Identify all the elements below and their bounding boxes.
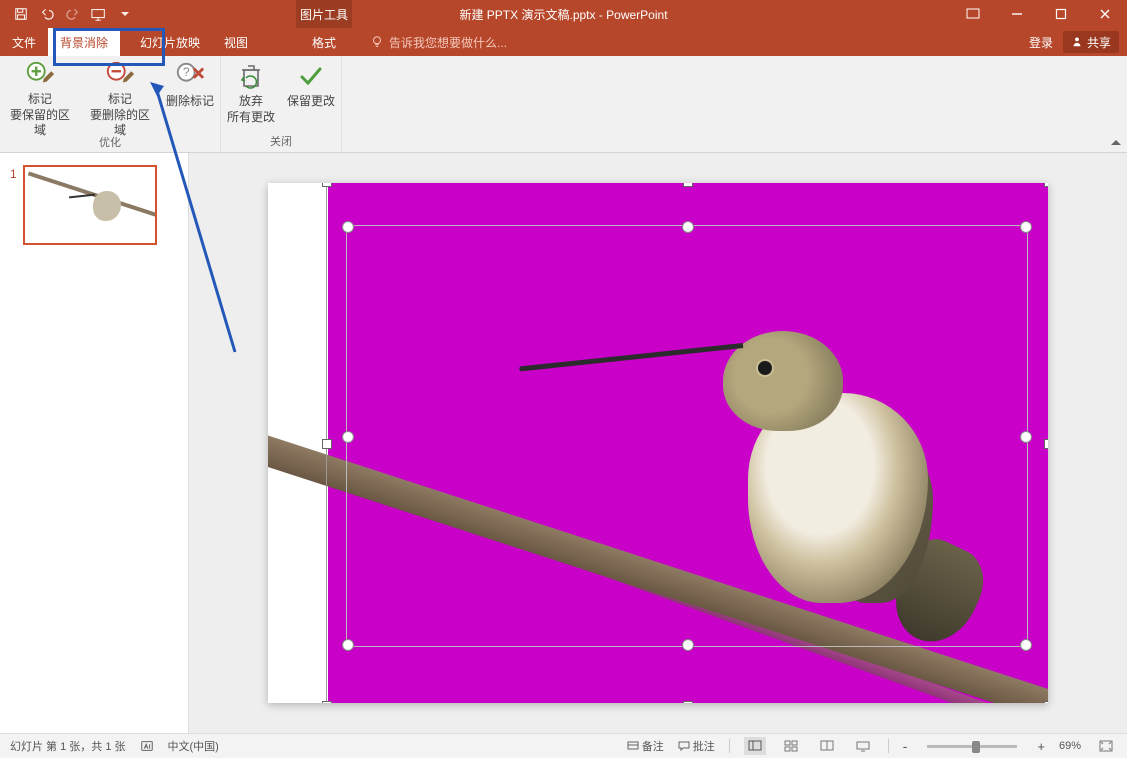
tab-view[interactable]: 视图 (212, 28, 260, 56)
ribbon-display-options-icon[interactable] (951, 0, 995, 28)
marquee-handle[interactable] (342, 639, 354, 651)
svg-text:?: ? (183, 65, 190, 79)
comments-button[interactable]: 批注 (678, 738, 715, 754)
ribbon-group-close: 放弃 所有更改 保留更改 关闭 (221, 56, 342, 152)
language-label[interactable]: 中文(中国) (168, 738, 219, 754)
tab-slideshow[interactable]: 幻灯片放映 (120, 28, 212, 56)
delete-mark-label: 删除标记 (166, 94, 214, 110)
resize-handle[interactable] (683, 701, 693, 703)
separator (888, 739, 889, 753)
discard-changes-button[interactable]: 放弃 所有更改 (221, 56, 281, 133)
quick-access-toolbar (0, 3, 136, 25)
tab-background-removal[interactable]: 背景消除 (48, 28, 120, 56)
ribbon-group-refine-label: 优化 (99, 134, 121, 153)
separator (729, 739, 730, 753)
bg-removal-marquee[interactable] (346, 225, 1028, 647)
resize-handle[interactable] (1044, 439, 1048, 449)
picture-tools-tab-label: 图片工具 (296, 0, 352, 28)
reading-view-icon[interactable] (816, 737, 838, 755)
marquee-handle[interactable] (1020, 431, 1032, 443)
slide-edit-area[interactable] (189, 153, 1127, 733)
marquee-handle[interactable] (682, 221, 694, 233)
ribbon-group-close-label: 关闭 (270, 133, 292, 152)
marquee-handle[interactable] (342, 221, 354, 233)
tell-me-search[interactable]: 告诉我您想要做什么... (370, 28, 507, 56)
maximize-icon[interactable] (1039, 0, 1083, 28)
spellcheck-icon[interactable] (140, 739, 154, 753)
share-label: 共享 (1087, 34, 1111, 51)
mark-keep-area-button[interactable]: 标记 要保留的区域 (0, 56, 80, 134)
sorter-view-icon[interactable] (780, 737, 802, 755)
mark-remove-l1: 标记 (108, 92, 132, 108)
marquee-handle[interactable] (682, 639, 694, 651)
fit-to-window-icon[interactable] (1095, 737, 1117, 755)
mark-keep-l1: 标记 (28, 92, 52, 108)
zoom-out-button[interactable]: - (903, 738, 908, 754)
resize-handle[interactable] (1044, 183, 1048, 187)
notes-button[interactable]: 备注 (627, 738, 664, 754)
collapse-ribbon-icon[interactable] (1111, 138, 1121, 148)
keep-changes-label: 保留更改 (287, 94, 335, 110)
status-bar: 幻灯片 第 1 张，共 1 张 中文(中国) 备注 批注 - + 69% (0, 733, 1127, 758)
redo-icon[interactable] (62, 3, 84, 25)
plus-pencil-icon (25, 60, 55, 90)
slide-position-label[interactable]: 幻灯片 第 1 张，共 1 张 (10, 738, 126, 754)
normal-view-icon[interactable] (744, 737, 766, 755)
delete-mark-button[interactable]: ? 删除标记 (160, 56, 220, 134)
zoom-percent[interactable]: 69% (1059, 740, 1081, 752)
ribbon-tabs: 文件 背景消除 幻灯片放映 视图 格式 告诉我您想要做什么... 登录 共享 (0, 28, 1127, 56)
checkmark-icon (298, 60, 324, 92)
signin-link[interactable]: 登录 (1029, 34, 1053, 51)
resize-handle[interactable] (322, 701, 332, 703)
keep-changes-button[interactable]: 保留更改 (281, 56, 341, 133)
discard-l1: 放弃 (239, 94, 263, 110)
slideshow-start-icon[interactable] (88, 3, 110, 25)
thumbnail-pane[interactable]: 1 (0, 153, 189, 733)
tab-file[interactable]: 文件 (0, 28, 48, 56)
share-icon (1071, 36, 1083, 48)
minus-pencil-icon (105, 60, 135, 90)
discard-icon (238, 60, 264, 92)
undo-icon[interactable] (36, 3, 58, 25)
window-title: 新建 PPTX 演示文稿.pptx - PowerPoint (459, 6, 667, 23)
account-area: 登录 共享 (1029, 31, 1127, 53)
tab-format[interactable]: 格式 (296, 28, 352, 56)
slide-thumbnail-1[interactable]: 1 (10, 165, 188, 245)
marquee-handle[interactable] (1020, 221, 1032, 233)
share-button[interactable]: 共享 (1063, 31, 1119, 53)
minimize-icon[interactable] (995, 0, 1039, 28)
title-bar: 图片工具 新建 PPTX 演示文稿.pptx - PowerPoint (0, 0, 1127, 28)
slide-thumbnail-preview (23, 165, 157, 245)
mark-keep-l2: 要保留的区域 (6, 108, 74, 139)
workspace: 1 (0, 153, 1127, 733)
tell-me-placeholder: 告诉我您想要做什么... (389, 34, 507, 51)
zoom-slider[interactable] (927, 745, 1017, 748)
lightbulb-icon (370, 35, 384, 49)
slideshow-view-icon[interactable] (852, 737, 874, 755)
slide-canvas (268, 183, 1048, 703)
close-icon[interactable] (1083, 0, 1127, 28)
resize-handle[interactable] (683, 183, 693, 187)
resize-handle[interactable] (322, 439, 332, 449)
discard-l2: 所有更改 (227, 110, 275, 126)
qat-more-icon[interactable] (114, 3, 136, 25)
ribbon-group-refine: 标记 要保留的区域 标记 要删除的区域 ? 删除标记 优化 (0, 56, 221, 152)
save-icon[interactable] (10, 3, 32, 25)
resize-handle[interactable] (1044, 701, 1048, 703)
slide-number: 1 (10, 165, 17, 181)
marquee-handle[interactable] (342, 431, 354, 443)
zoom-in-button[interactable]: + (1037, 739, 1045, 754)
window-controls (951, 0, 1127, 28)
mark-remove-area-button[interactable]: 标记 要删除的区域 (80, 56, 160, 134)
resize-handle[interactable] (322, 183, 332, 187)
marquee-handle[interactable] (1020, 639, 1032, 651)
delete-mark-icon: ? (175, 60, 205, 92)
ribbon: 标记 要保留的区域 标记 要删除的区域 ? 删除标记 优化 放弃 所有更改 (0, 56, 1127, 153)
